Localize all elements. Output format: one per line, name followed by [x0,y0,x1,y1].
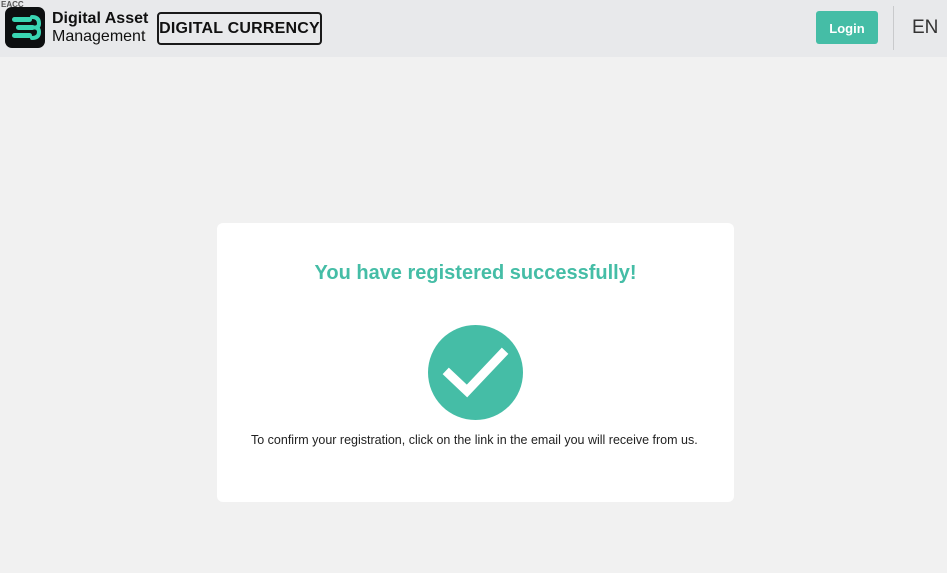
logo-text[interactable]: Digital Asset Management [52,10,156,46]
confirmation-message: To confirm your registration, click on t… [251,433,698,447]
success-title: You have registered successfully! [314,262,637,284]
logo-subtitle: Management [52,28,146,45]
digital-currency-badge: DIGITAL CURRENCY [157,12,322,45]
registration-success-card: You have registered successfully! To con… [217,223,734,502]
header-divider [893,6,894,50]
logo-title: Digital Asset [52,10,149,27]
logo-icon[interactable] [5,7,45,48]
top-navbar: EACC Digital Asset Management DIGITAL CU… [0,0,947,57]
login-button[interactable]: Login [816,11,878,44]
language-selector[interactable]: EN [912,17,938,39]
checkmark-circle-icon [428,325,523,420]
